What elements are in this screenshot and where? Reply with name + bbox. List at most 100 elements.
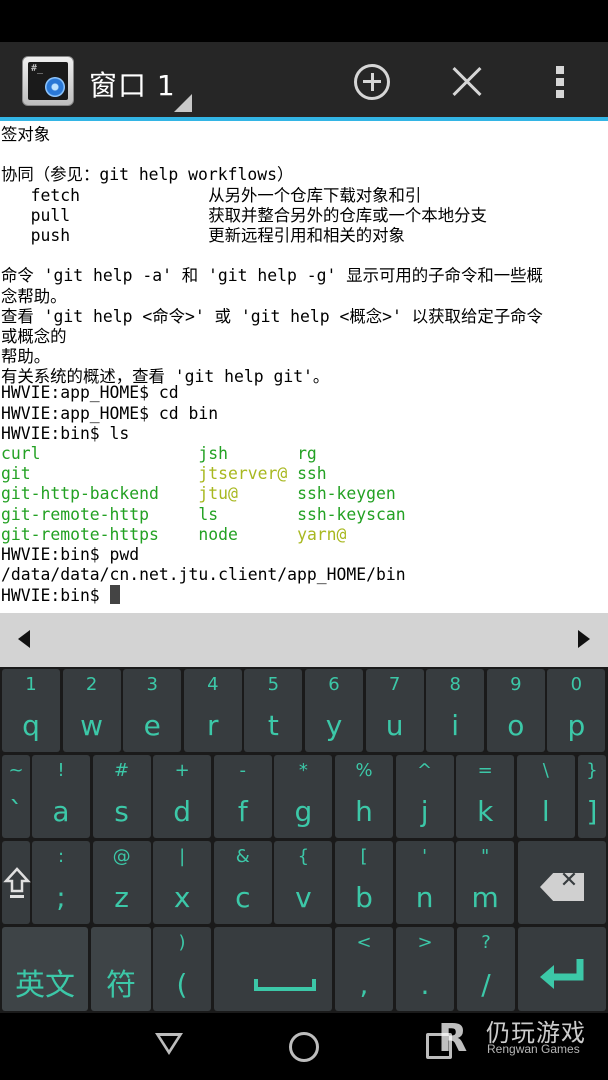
- key-n[interactable]: ' n: [395, 841, 454, 924]
- language-label: 英文: [15, 968, 75, 1003]
- key-comma[interactable]: <,: [335, 927, 393, 1011]
- key-alt-label: 0: [570, 674, 583, 695]
- keyboard-scroll-bar[interactable]: [0, 613, 608, 667]
- key-alt-label: #: [114, 760, 130, 781]
- key-bracket[interactable]: }]: [578, 755, 606, 838]
- terminal-text: ssh: [297, 464, 327, 484]
- key-p[interactable]: 0p: [547, 669, 606, 752]
- key-j[interactable]: ^ j: [395, 755, 454, 838]
- scroll-right-icon[interactable]: [578, 630, 590, 648]
- terminal-line: curl jsh rg: [0, 444, 608, 464]
- key-t[interactable]: 5t: [244, 669, 303, 752]
- key-label: o: [507, 709, 525, 742]
- terminal-line: fetch 从另外一个仓库下载对象和引: [0, 182, 608, 205]
- key-k[interactable]: = k: [456, 755, 515, 838]
- terminal-line: push 更新远程引用和相关的对象: [0, 222, 608, 245]
- language-key[interactable]: 英文: [2, 927, 88, 1011]
- window-dropdown-icon[interactable]: [174, 94, 192, 112]
- key-b[interactable]: [b: [335, 841, 393, 924]
- key-label: ,: [359, 968, 369, 1001]
- window-title[interactable]: 窗口 1: [89, 64, 176, 104]
- key-a[interactable]: ! a: [32, 755, 90, 838]
- terminal-text: 命令 'git help -a' 和 'git help -g' 显示可用的子命…: [1, 266, 543, 286]
- terminal-output[interactable]: 签对象 协同（参见：git help workflows） fetch 从另外一个…: [0, 121, 608, 613]
- key-q[interactable]: 1q: [2, 669, 60, 752]
- symbols-key[interactable]: 符: [91, 927, 151, 1011]
- terminal-text: HWVIE:bin$: [1, 586, 110, 606]
- terminal-text: git-remote-http: [1, 504, 179, 524]
- home-icon[interactable]: [289, 1032, 319, 1062]
- terminal-line: HWVIE:bin$: [0, 585, 608, 605]
- terminal-line: HWVIE:bin$ ls: [0, 424, 608, 444]
- key-label: t: [267, 709, 279, 742]
- key-r[interactable]: 4r: [183, 669, 242, 752]
- key-alt-label: 7: [388, 674, 401, 695]
- terminal-text: git-remote-https: [1, 524, 179, 544]
- key-alt-label: \: [542, 760, 549, 781]
- terminal-text: rg: [297, 444, 317, 463]
- key-slash[interactable]: ? /: [457, 927, 515, 1011]
- space-key[interactable]: [214, 927, 332, 1011]
- terminal-line: /data/data/cn.net.jtu.client/app_HOME/bi…: [0, 565, 608, 585]
- key-h[interactable]: % h: [335, 755, 393, 838]
- key-alt-label: !: [57, 760, 65, 781]
- key-alt-label: 3: [146, 674, 158, 695]
- key-c[interactable]: & c: [213, 841, 272, 924]
- terminal-text: HWVIE:app_HOME$ cd: [1, 383, 179, 403]
- key-label: y: [325, 709, 343, 742]
- key-y[interactable]: 6y: [305, 669, 363, 752]
- terminal-text: jtserver@: [198, 464, 288, 484]
- key-s[interactable]: # s: [92, 755, 151, 838]
- terminal-line: git-remote-https node yarn@: [0, 525, 608, 545]
- key-o[interactable]: 9o: [486, 669, 545, 752]
- terminal-line: 帮助。: [0, 343, 608, 366]
- key-e[interactable]: 3e: [123, 669, 182, 752]
- terminal-line: git jtserver@ ssh: [0, 464, 608, 484]
- key-m[interactable]: " m: [456, 841, 515, 924]
- terminal-line: 念帮助。: [0, 283, 608, 306]
- key-label: x: [173, 881, 191, 914]
- key-z[interactable]: @ z: [92, 841, 151, 924]
- key-d[interactable]: + d: [153, 755, 212, 838]
- enter-key[interactable]: [518, 927, 606, 1011]
- terminal-text: yarn@: [297, 524, 347, 544]
- action-bar: #_ 窗口 1: [0, 42, 608, 120]
- key-label: d: [173, 795, 192, 828]
- terminal-line: 有关系统的概述，查看 'git help git'。: [0, 363, 608, 386]
- backspace-key[interactable]: ✕: [518, 841, 606, 924]
- key-label: w: [80, 709, 104, 742]
- overflow-menu-button[interactable]: [550, 62, 570, 102]
- add-window-button[interactable]: [352, 62, 392, 102]
- key-x[interactable]: | x: [153, 841, 212, 924]
- terminal-text: git: [1, 464, 179, 484]
- key-g[interactable]: * g: [274, 755, 333, 838]
- scroll-left-icon[interactable]: [18, 630, 30, 648]
- key-alt-label: <: [356, 932, 372, 953]
- terminal-app-icon[interactable]: #_: [22, 56, 74, 106]
- key-i[interactable]: 8i: [426, 669, 485, 752]
- key-label: b: [355, 881, 373, 914]
- key-period[interactable]: >.: [396, 927, 454, 1011]
- terminal-text: curl: [1, 444, 179, 463]
- key-f[interactable]: -f: [213, 755, 272, 838]
- terminal-text: ssh-keygen: [297, 484, 396, 504]
- key-label: ;: [56, 881, 66, 914]
- shift-key[interactable]: [2, 841, 31, 924]
- key-w[interactable]: 2w: [62, 669, 121, 752]
- key-label: c: [235, 881, 251, 914]
- key-l[interactable]: \ l: [516, 755, 575, 838]
- key-u[interactable]: 7u: [365, 669, 424, 752]
- close-window-button[interactable]: [446, 62, 486, 102]
- key-semicolon[interactable]: :;: [32, 841, 90, 924]
- key-alt-label: -: [239, 760, 247, 781]
- terminal-line: 签对象: [0, 121, 608, 144]
- key-backtick[interactable]: ~ `: [2, 755, 30, 838]
- key-v[interactable]: {v: [274, 841, 333, 924]
- key-alt-label: ~: [8, 760, 24, 781]
- key-label: (: [176, 968, 188, 1001]
- watermark-subtext: Rengwan Games: [487, 1042, 580, 1056]
- key-paren[interactable]: )(: [153, 927, 211, 1011]
